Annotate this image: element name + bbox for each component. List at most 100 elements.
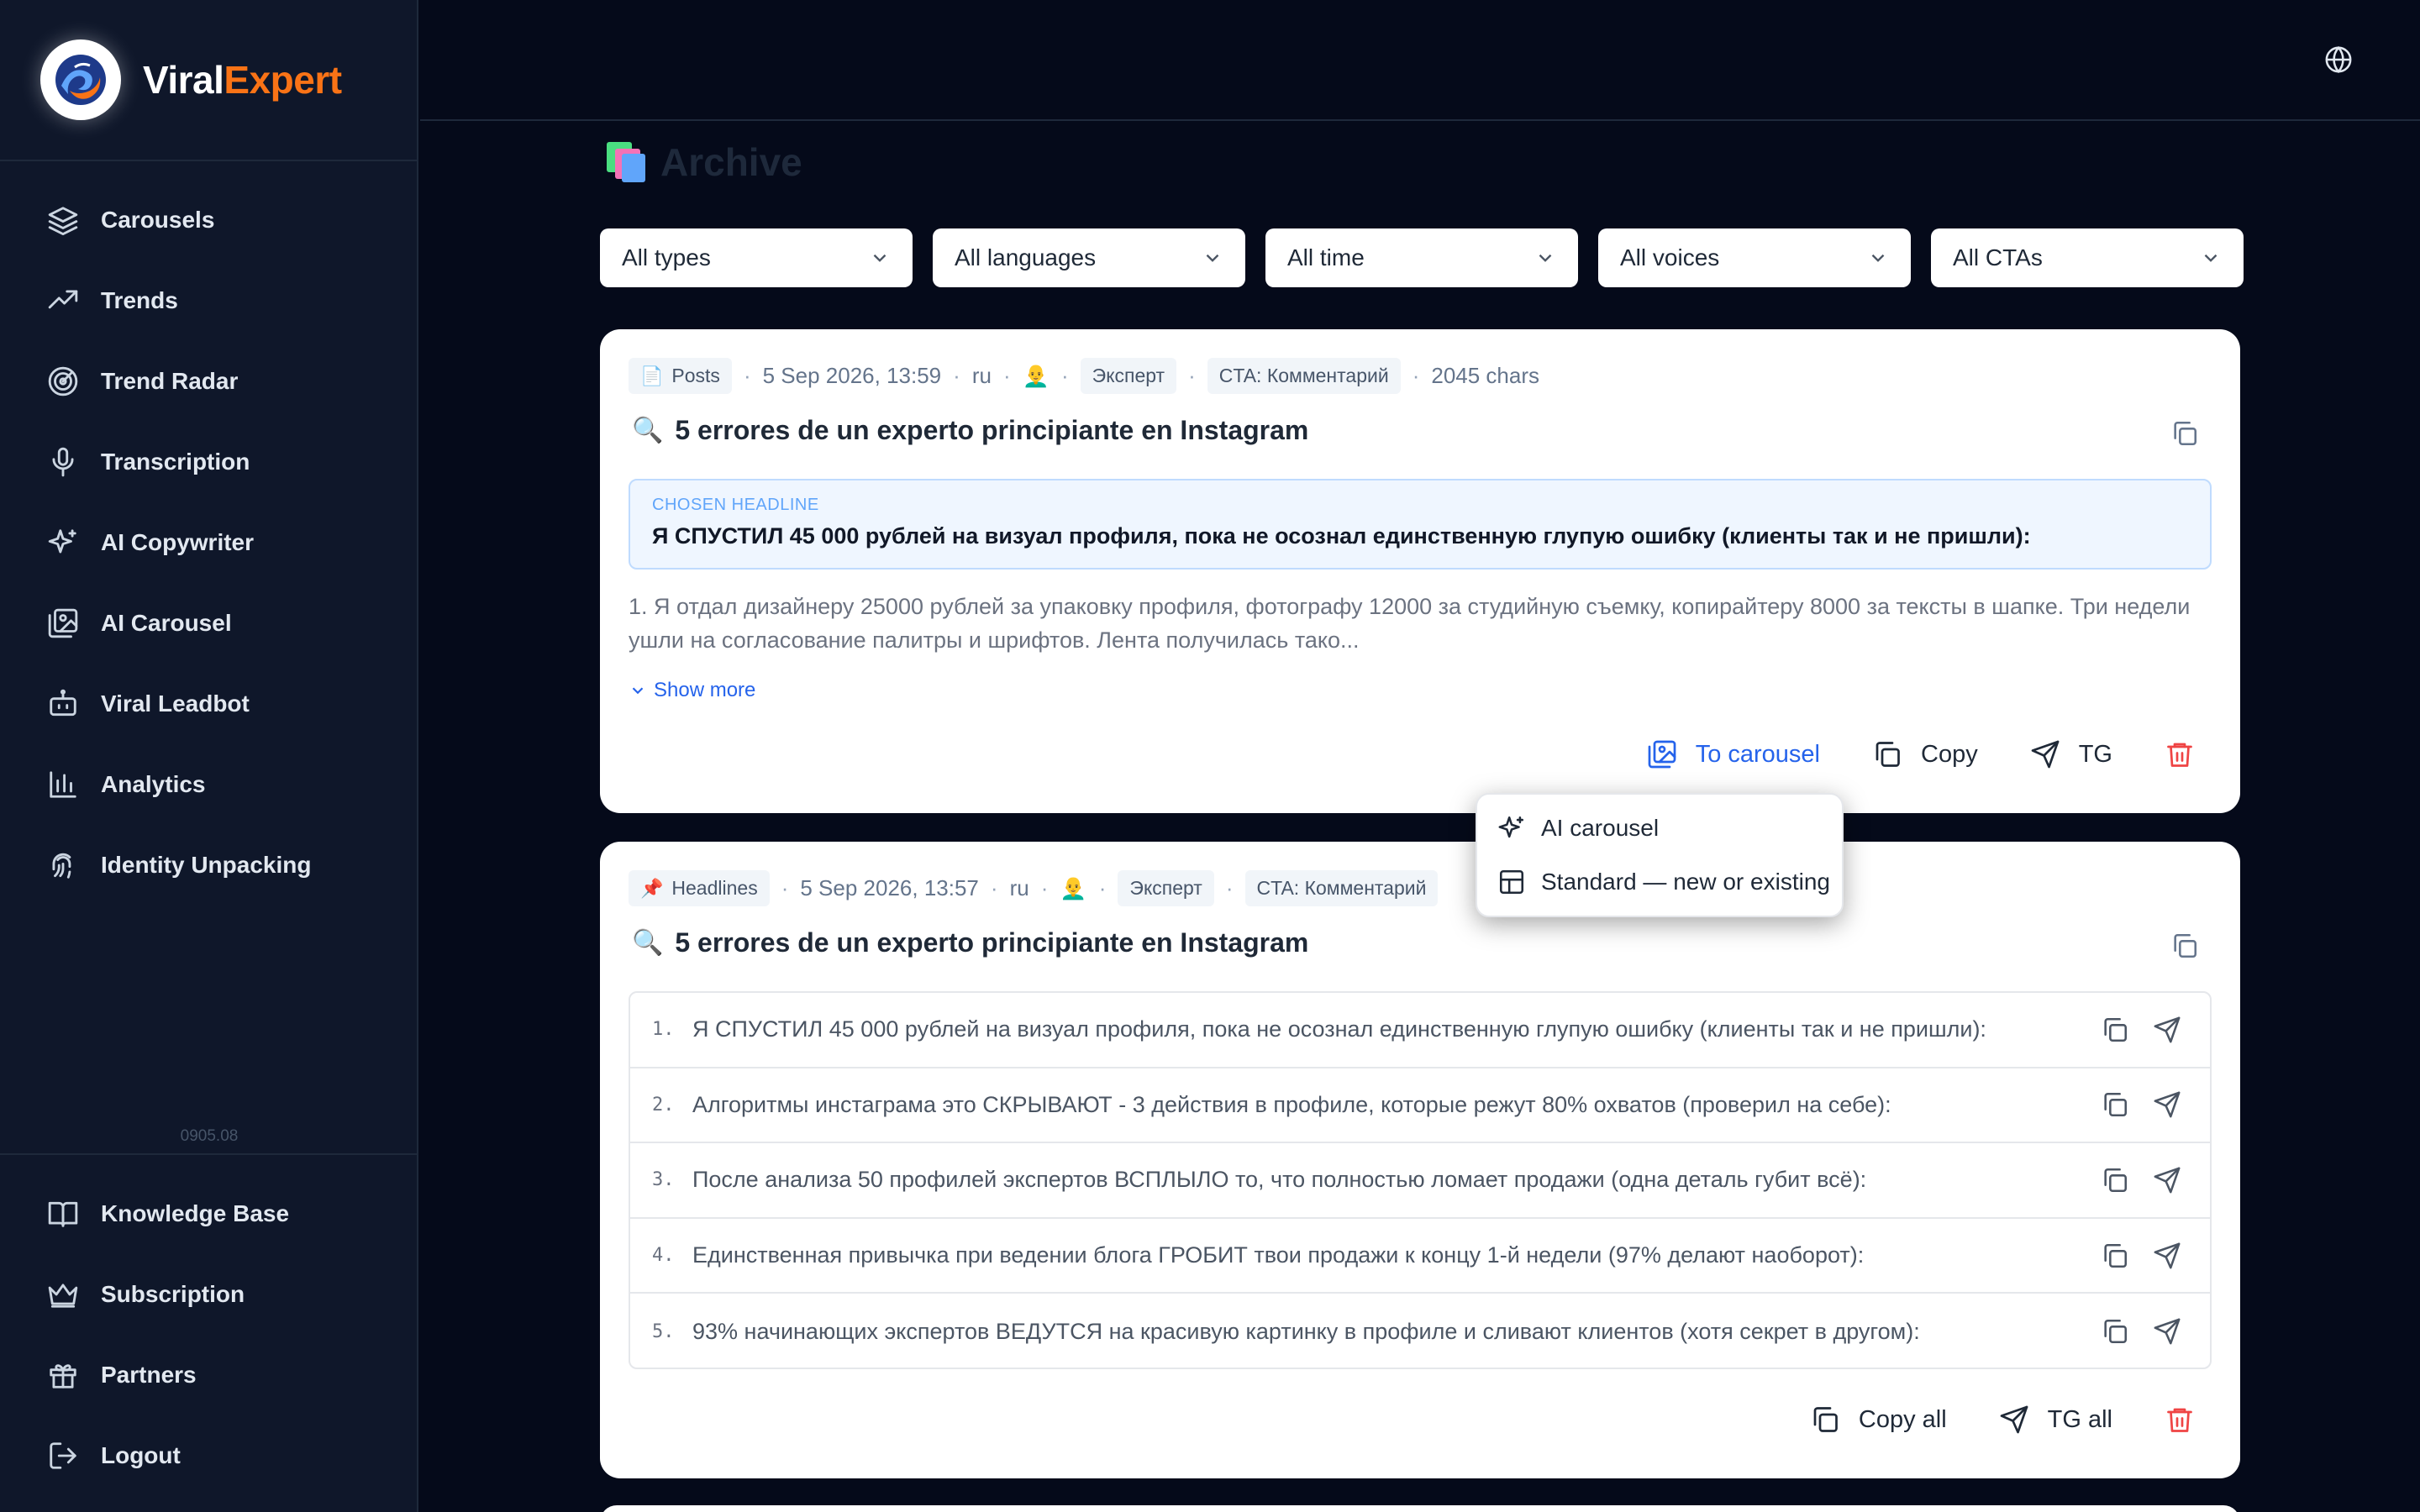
send-icon[interactable] [2153, 1090, 2181, 1119]
sidebar-item-identity-unpacking[interactable]: Identity Unpacking [0, 825, 417, 906]
send-icon[interactable] [2153, 1242, 2181, 1270]
headline-text: Единственная привычка при ведении блога … [692, 1242, 1865, 1268]
menu-item-ai-carousel[interactable]: AI carousel [1477, 801, 1842, 855]
filter-time-select[interactable]: All time [1265, 228, 1578, 287]
copy-title-button[interactable] [2168, 929, 2202, 963]
fingerprint-icon [52, 853, 71, 879]
headline-row: 3. После анализа 50 профилей экспертов В… [630, 1143, 2210, 1219]
sidebar-item-subscription[interactable]: Subscription [0, 1254, 418, 1335]
tg-label: TG [2078, 740, 2112, 768]
copy-icon[interactable] [2101, 1016, 2129, 1044]
copy-icon[interactable] [2101, 1317, 2129, 1346]
copy-button[interactable]: Copy [1872, 739, 1978, 769]
archive-card-post: 📄 Posts · 5 Sep 2026, 13:59 · ru · 👨‍🦲 · … [600, 329, 2240, 813]
to-carousel-button[interactable]: To carousel [1647, 739, 1820, 769]
sidebar-item-label: Trend Radar [101, 368, 239, 394]
copy-icon[interactable] [2101, 1242, 2129, 1270]
copy-icon[interactable] [2101, 1166, 2129, 1194]
sidebar-item-trends[interactable]: Trends [0, 260, 417, 341]
separator: · [743, 363, 751, 388]
send-icon[interactable] [2153, 1016, 2181, 1044]
sidebar: ViralExpert Carousels Trends Trend Radar… [0, 0, 418, 1512]
chosen-headline-label: CHOSEN HEADLINE [652, 496, 819, 514]
sidebar-item-carousels[interactable]: Carousels [0, 180, 417, 260]
headline-text: Я СПУСТИЛ 45 000 рублей на визуал профил… [692, 1016, 1986, 1042]
radar-icon [48, 366, 78, 396]
sparkles-icon [48, 529, 76, 554]
filter-value: All time [1287, 244, 1365, 270]
sidebar-item-label: Subscription [101, 1281, 245, 1307]
copy-icon [1813, 1407, 1838, 1432]
sidebar-item-label: Identity Unpacking [101, 852, 312, 878]
char-count: 2045 chars [1431, 363, 1540, 388]
send-tg-button[interactable]: TG [2030, 739, 2112, 769]
separator: · [1060, 363, 1069, 388]
chosen-headline-text: Я СПУСТИЛ 45 000 рублей на визуал профил… [652, 523, 2031, 549]
card-actions: Copy all TG all [1810, 1404, 2195, 1435]
separator: · [953, 363, 960, 388]
delete-button[interactable] [2165, 1404, 2195, 1435]
headline-actions [2101, 1016, 2181, 1044]
filter-voice-select[interactable]: All voices [1598, 228, 1911, 287]
copy-icon [2174, 421, 2197, 446]
sidebar-item-label: Trends [101, 287, 178, 313]
filter-type-select[interactable]: All types [600, 228, 913, 287]
voice-badge: Эксперт [1080, 358, 1177, 394]
filter-value: All types [622, 244, 711, 270]
send-icon[interactable] [2153, 1317, 2181, 1346]
to-carousel-menu: AI carousel Standard — new or existing [1476, 793, 1844, 917]
send-icon[interactable] [2153, 1166, 2181, 1194]
sidebar-item-logout[interactable]: Logout [0, 1415, 418, 1496]
chevron-down-icon [632, 687, 644, 695]
gift-icon [50, 1364, 76, 1389]
send-icon [2000, 1405, 2028, 1434]
cta-badge: CTA: Комментарий [1207, 358, 1401, 394]
copy-icon[interactable] [2101, 1090, 2129, 1119]
sidebar-item-transcription[interactable]: Transcription [0, 422, 417, 502]
chevron-down-icon [1539, 254, 1552, 262]
type-label: Headlines [671, 877, 758, 899]
layout-icon [1499, 869, 1524, 895]
send-icon [2031, 740, 2060, 769]
image-gallery-icon [1648, 740, 1676, 769]
sidebar-item-viral-leadbot[interactable]: Viral Leadbot [0, 664, 417, 744]
language-switcher[interactable] [2324, 45, 2353, 74]
send-tg-all-button[interactable]: TG all [1999, 1404, 2112, 1435]
filter-cta-select[interactable]: All CTAs [1931, 228, 2244, 287]
headline-number: 2. [652, 1094, 675, 1116]
magnifier-icon: 🔍 [632, 417, 664, 444]
separator: · [1040, 875, 1049, 900]
copy-icon [1876, 742, 1900, 767]
separator: · [1188, 363, 1196, 388]
sidebar-item-ai-carousel[interactable]: AI Carousel [0, 583, 417, 664]
sidebar-item-ai-copywriter[interactable]: AI Copywriter [0, 502, 417, 583]
sidebar-item-label: AI Copywriter [101, 529, 255, 555]
language-label: ru [971, 363, 992, 388]
delete-button[interactable] [2165, 739, 2195, 769]
date-label: 5 Sep 2026, 13:57 [800, 875, 979, 900]
logo [40, 39, 121, 120]
filter-language-select[interactable]: All languages [933, 228, 1245, 287]
document-icon: 📄 [640, 365, 664, 386]
copy-all-button[interactable]: Copy all [1810, 1404, 1947, 1435]
card-title-text: 5 errores de un experto principiante en … [675, 927, 1309, 958]
headline-text: После анализа 50 профилей экспертов ВСПЛ… [692, 1167, 1867, 1193]
archive-card-partial [600, 1505, 2240, 1512]
menu-item-standard-carousel[interactable]: Standard — new or existing [1477, 855, 1842, 909]
sidebar-item-partners[interactable]: Partners [0, 1335, 418, 1415]
voice-avatar: 👨‍🦲 [1022, 363, 1050, 388]
sidebar-item-knowledge-base[interactable]: Knowledge Base [0, 1173, 418, 1254]
card-meta: 📌 Headlines · 5 Sep 2026, 13:57 · ru · 👨‍… [629, 870, 1439, 906]
sidebar-item-analytics[interactable]: Analytics [0, 744, 417, 825]
card-title: 🔍 5 errores de un experto principiante e… [632, 927, 1308, 958]
archive-icon [607, 142, 647, 182]
cta-badge: CTA: Комментарий [1244, 870, 1439, 906]
brand[interactable]: ViralExpert [0, 0, 417, 161]
copy-all-label: Copy all [1858, 1405, 1947, 1433]
sidebar-item-trend-radar[interactable]: Trend Radar [0, 341, 417, 422]
show-more-link[interactable]: Show more [629, 679, 755, 702]
brand-name: ViralExpert [143, 57, 342, 102]
copy-title-button[interactable] [2168, 417, 2202, 450]
tg-all-label: TG all [2047, 1405, 2112, 1433]
filter-value: All languages [955, 244, 1097, 270]
